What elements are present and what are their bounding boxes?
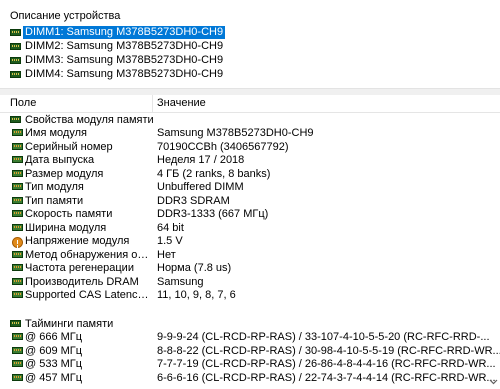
memory-module-icon — [12, 169, 23, 177]
field-value: 64 bit — [157, 221, 184, 234]
column-header-value[interactable]: Значение — [157, 97, 206, 109]
group-row-memory-timings[interactable]: Тайминги памяти — [0, 318, 500, 331]
field-value: 9-9-9-24 (CL-RCD-RP-RAS) / 33-107-4-10-5… — [157, 331, 490, 343]
table-row[interactable]: Имя модуля Samsung M378B5273DH0-CH9 — [0, 127, 500, 140]
field-name: Имя модуля — [25, 127, 87, 139]
memory-module-icon — [12, 346, 23, 354]
field-value: DDR3 SDRAM — [157, 194, 230, 207]
table-row[interactable]: Ширина модуля 64 bit — [0, 222, 500, 235]
memory-module-icon — [10, 29, 21, 36]
table-row[interactable]: @ 457 МГц 6-6-6-16 (CL-RCD-RP-RAS) / 22-… — [0, 372, 500, 385]
table-row[interactable]: Серийный номер 70190CCBh (3406567792) — [0, 141, 500, 154]
field-name: Дата выпуска — [25, 154, 95, 166]
table-row[interactable]: Дата выпуска Неделя 17 / 2018 — [0, 154, 500, 167]
memory-module-icon — [10, 43, 21, 50]
table-row[interactable]: Метод обнаружения ошиб... Нет — [0, 249, 500, 262]
memory-module-icon — [12, 129, 23, 136]
field-name: Размер модуля — [25, 167, 104, 180]
memory-module-icon — [12, 183, 23, 190]
memory-module-icon — [12, 250, 23, 258]
device-item-label: DIMM1: Samsung M378B5273DH0-CH9 — [23, 26, 226, 39]
field-value: 70190CCBh (3406567792) — [157, 140, 289, 153]
field-value: 11, 10, 9, 8, 7, 6 — [157, 289, 236, 301]
field-name: Производитель DRAM — [25, 275, 139, 288]
memory-module-icon — [10, 116, 21, 123]
field-value: 6-6-6-16 (CL-RCD-RP-RAS) / 22-74-3-7-4-4… — [157, 371, 496, 384]
field-name: Частота регенерации — [25, 262, 134, 274]
field-name: Напряжение модуля — [25, 235, 130, 247]
table-row[interactable]: Скорость памяти DDR3-1333 (667 МГц) — [0, 208, 500, 221]
memory-module-icon — [12, 196, 23, 204]
column-header-field[interactable]: Поле — [10, 97, 36, 109]
table-row[interactable]: Supported CAS Latencies 11, 10, 9, 8, 7,… — [0, 289, 500, 302]
memory-module-icon — [12, 210, 23, 217]
memory-module-icon — [12, 142, 23, 150]
field-name: Ширина модуля — [25, 221, 107, 234]
table-row[interactable]: Напряжение модуля 1.5 V — [0, 235, 500, 248]
device-item-dimm1[interactable]: DIMM1: Samsung M378B5273DH0-CH9 — [10, 26, 226, 39]
table-header: Поле Значение — [0, 95, 500, 113]
field-value: Норма (7.8 us) — [157, 262, 232, 274]
group-row-memory-module-properties[interactable]: Свойства модуля памяти — [0, 114, 500, 127]
field-value: DDR3-1333 (667 МГц) — [157, 208, 269, 220]
table-row[interactable]: @ 666 МГц 9-9-9-24 (CL-RCD-RP-RAS) / 33-… — [0, 331, 500, 344]
device-description-label: Описание устройства — [10, 10, 121, 22]
table-row[interactable]: Тип модуля Unbuffered DIMM — [0, 181, 500, 194]
field-value: Неделя 17 / 2018 — [157, 154, 245, 166]
memory-module-icon — [12, 333, 23, 340]
device-item-dimm4[interactable]: DIMM4: Samsung M378B5273DH0-CH9 — [10, 68, 225, 81]
table-row[interactable]: @ 533 МГц 7-7-7-19 (CL-RCD-RP-RAS) / 26-… — [0, 358, 500, 371]
field-name: Supported CAS Latencies — [25, 289, 150, 301]
field-name: @ 457 МГц — [25, 371, 83, 384]
field-value: Samsung — [157, 275, 204, 288]
field-name: Метод обнаружения ошиб... — [25, 248, 150, 261]
field-name: Скорость памяти — [25, 208, 113, 220]
memory-module-icon — [12, 373, 23, 381]
group-title: Тайминги памяти — [25, 318, 114, 330]
table-row[interactable]: Производитель DRAM Samsung — [0, 276, 500, 289]
scroll-down-arrow-icon[interactable] — [489, 377, 498, 386]
device-item-label: DIMM4: Samsung M378B5273DH0-CH9 — [25, 68, 224, 80]
field-value: Unbuffered DIMM — [157, 181, 244, 193]
table-row[interactable]: Тип памяти DDR3 SDRAM — [0, 195, 500, 208]
voltage-icon — [12, 237, 23, 248]
field-name: Тип модуля — [25, 181, 84, 193]
field-name: @ 533 МГц — [25, 358, 83, 370]
field-name: Серийный номер — [25, 140, 113, 153]
memory-module-icon — [12, 223, 23, 231]
memory-module-icon — [12, 360, 23, 367]
group-title: Свойства модуля памяти — [25, 114, 154, 126]
table-row[interactable]: @ 609 МГц 8-8-8-22 (CL-RCD-RP-RAS) / 30-… — [0, 345, 500, 358]
field-value: Нет — [157, 248, 176, 261]
field-value: 8-8-8-22 (CL-RCD-RP-RAS) / 30-98-4-10-5-… — [157, 344, 500, 357]
memory-module-icon — [10, 57, 21, 64]
field-value: 1.5 V — [157, 235, 183, 247]
field-name: @ 609 МГц — [25, 344, 83, 357]
device-item-label: DIMM3: Samsung M378B5273DH0-CH9 — [25, 54, 224, 66]
field-value: 4 ГБ (2 ranks, 8 banks) — [157, 167, 271, 180]
memory-module-icon — [10, 320, 21, 327]
field-name: @ 666 МГц — [25, 331, 83, 343]
column-resize-handle[interactable] — [152, 95, 153, 112]
device-item-label: DIMM2: Samsung M378B5273DH0-CH9 — [25, 40, 224, 52]
memory-module-icon — [10, 71, 21, 78]
field-value: 7-7-7-19 (CL-RCD-RP-RAS) / 26-86-4-8-4-4… — [157, 358, 496, 370]
memory-module-icon — [12, 264, 23, 271]
table-row[interactable]: Размер модуля 4 ГБ (2 ranks, 8 banks) — [0, 168, 500, 181]
field-name: Тип памяти — [25, 194, 84, 207]
device-item-dimm2[interactable]: DIMM2: Samsung M378B5273DH0-CH9 — [10, 40, 225, 53]
memory-module-icon — [12, 156, 23, 163]
device-item-dimm3[interactable]: DIMM3: Samsung M378B5273DH0-CH9 — [10, 54, 225, 67]
memory-module-icon — [12, 291, 23, 298]
table-row[interactable]: Частота регенерации Норма (7.8 us) — [0, 262, 500, 275]
memory-module-icon — [12, 277, 23, 285]
field-value: Samsung M378B5273DH0-CH9 — [157, 127, 314, 139]
